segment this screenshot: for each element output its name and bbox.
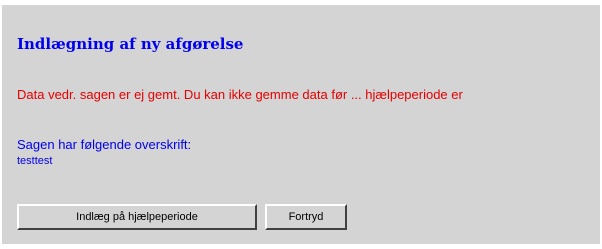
warning-message: Data vedr. sagen er ej gemt. Du kan ikke… [17, 87, 463, 102]
insert-help-period-button[interactable]: Indlæg på hjælpeperiode [17, 204, 257, 230]
page-title: Indlægning af ny afgørelse [17, 35, 244, 53]
dialog-panel: Indlægning af ny afgørelse Data vedr. sa… [2, 5, 600, 244]
cancel-button[interactable]: Fortryd [265, 204, 347, 230]
case-heading-value: testtest [17, 155, 53, 167]
case-heading-label: Sagen har følgende overskrift: [17, 137, 192, 152]
